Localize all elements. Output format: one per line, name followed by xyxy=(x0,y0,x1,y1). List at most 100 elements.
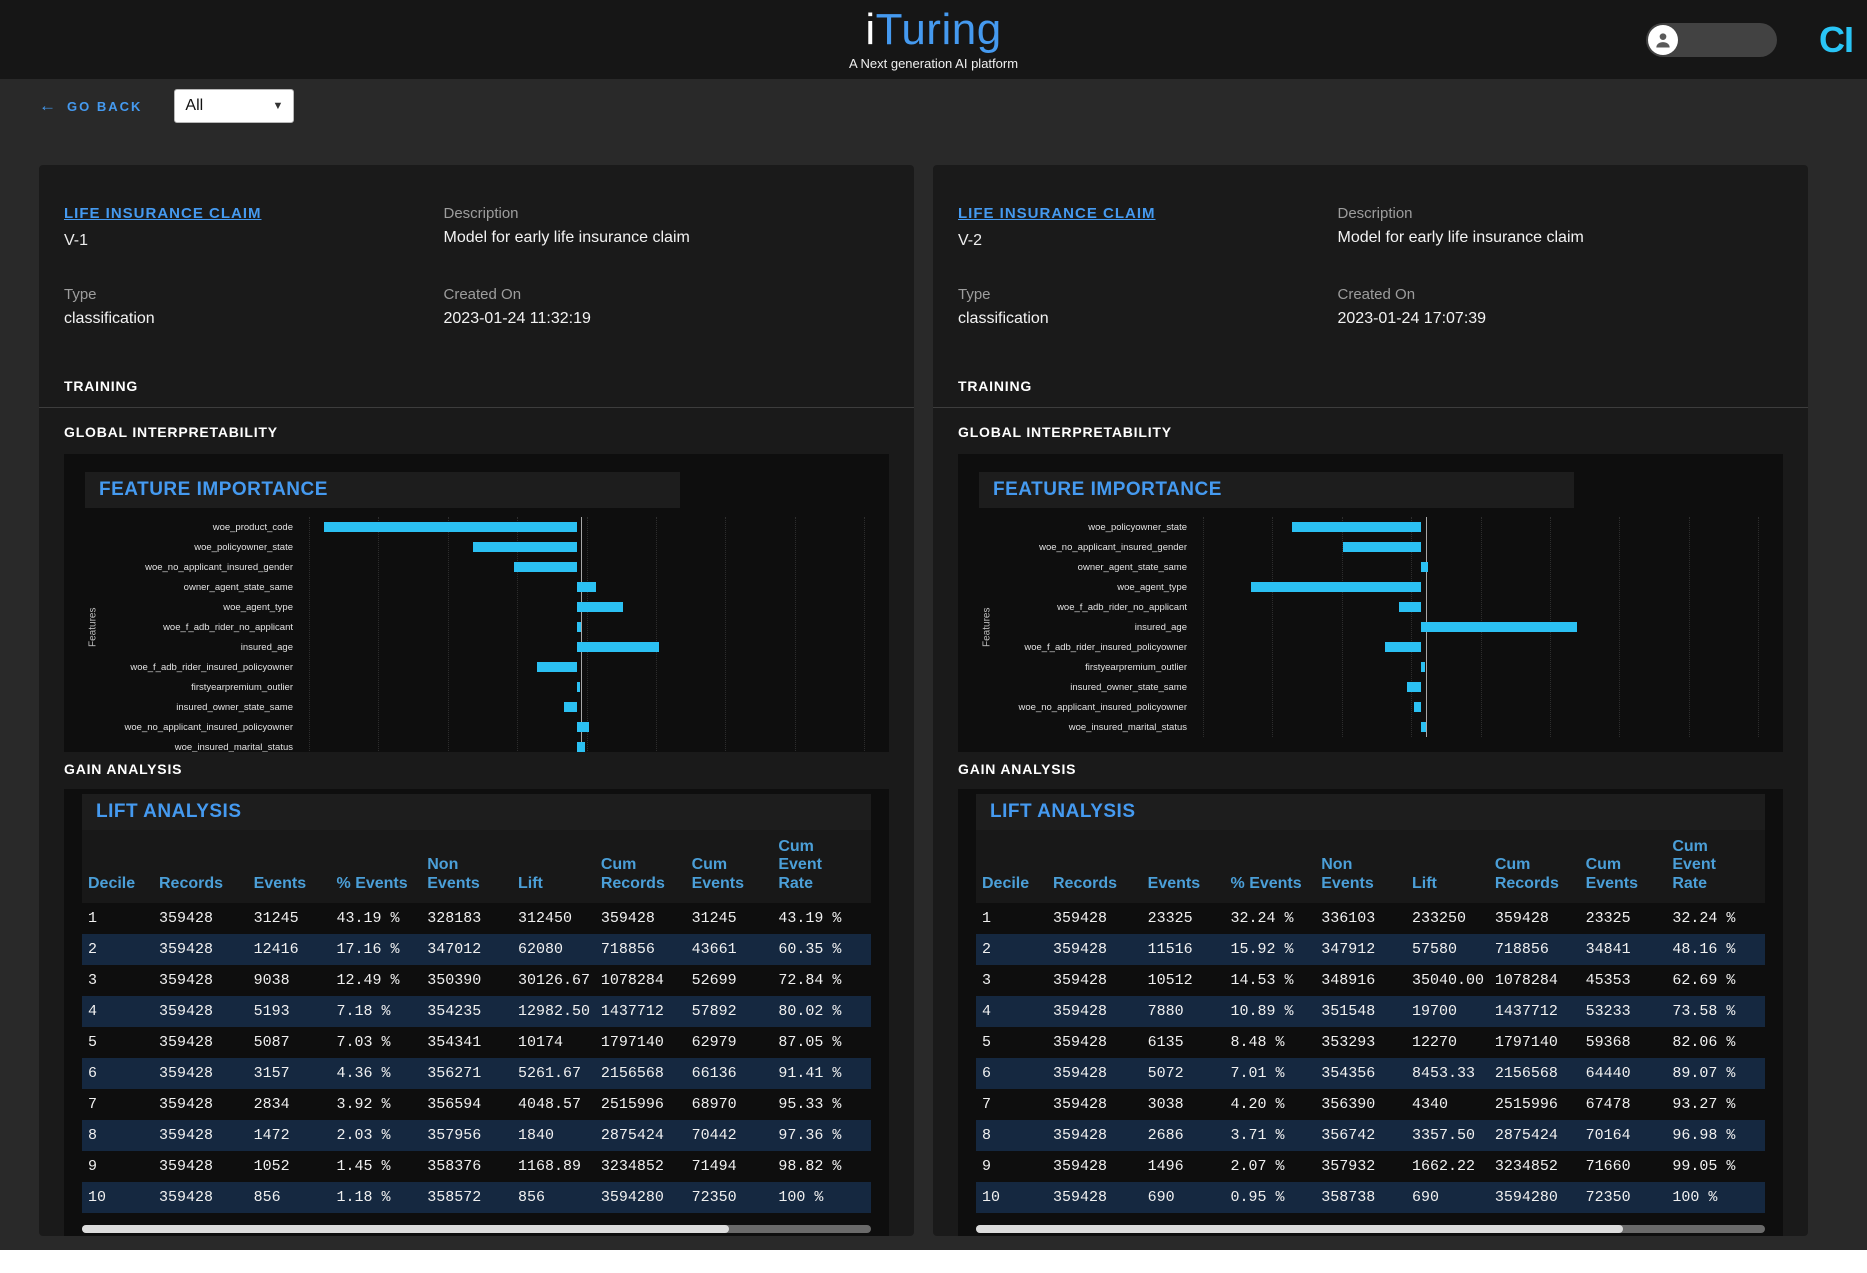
table-cell: 10 xyxy=(982,1189,1001,1207)
chart-plot-area: woe_product_code woe_policyowner_state woe… xyxy=(101,517,868,752)
column-header: Cum Event Rate xyxy=(1672,838,1716,892)
table-cell: 62979 xyxy=(691,1034,737,1052)
type-label: Type xyxy=(958,286,991,303)
feature-row: woe_insured_marital_status xyxy=(101,737,868,752)
lift-table-row: 8 359428 1472 2.03 % 357956 1840 2875424 70442 9… xyxy=(82,1120,871,1152)
table-cell: 3594280 xyxy=(600,1189,664,1207)
table-cell: 2515996 xyxy=(600,1096,664,1114)
table-cell: 856 xyxy=(517,1189,545,1207)
logo-prefix: i xyxy=(865,5,876,54)
feature-row: woe_agent_type xyxy=(995,577,1762,597)
table-cell: 7.03 % xyxy=(336,1034,391,1052)
feature-row: woe_f_adb_rider_no_applicant xyxy=(995,597,1762,617)
feature-label: woe_no_applicant_insured_gender xyxy=(1039,541,1187,553)
table-cell: 359428 xyxy=(1053,1034,1108,1052)
table-cell: 359428 xyxy=(1053,1003,1108,1021)
table-cell: 2515996 xyxy=(1494,1096,1558,1114)
model-info: LIFE INSURANCE CLAIM V-1 Description Mod… xyxy=(64,205,889,328)
column-header: Events xyxy=(1147,874,1201,892)
table-cell: 359428 xyxy=(1053,1158,1108,1176)
feature-importance-panel: FEATURE IMPORTANCE Features woe_policyow… xyxy=(958,454,1783,752)
table-cell: 4 xyxy=(982,1003,992,1021)
column-header: % Events xyxy=(1230,874,1302,892)
lift-table-row: 6 359428 5072 7.01 % 354356 8453.33 2156568 644… xyxy=(976,1058,1765,1090)
table-cell: 1052 xyxy=(253,1158,290,1176)
feature-bar-track xyxy=(301,597,864,617)
table-cell: 5087 xyxy=(253,1034,290,1052)
table-cell: 359428 xyxy=(1053,1065,1108,1083)
feature-row: woe_policyowner_state xyxy=(101,537,868,557)
table-cell: 359428 xyxy=(159,1189,214,1207)
feature-bar-track xyxy=(301,717,864,737)
feature-label: insured_age xyxy=(240,641,293,653)
feature-bar-track xyxy=(1195,717,1758,737)
table-cell: 348916 xyxy=(1321,972,1376,990)
description-label: Description xyxy=(1337,205,1413,222)
table-cell: 356594 xyxy=(427,1096,482,1114)
feature-row: woe_f_adb_rider_insured_policyowner xyxy=(995,637,1762,657)
table-cell: 3038 xyxy=(1147,1096,1184,1114)
table-cell: 7.01 % xyxy=(1230,1065,1285,1083)
feature-bar xyxy=(576,722,590,732)
feature-label: owner_agent_state_same xyxy=(1077,561,1187,573)
table-cell: 43.19 % xyxy=(778,910,842,928)
feature-label: woe_f_adb_rider_no_applicant xyxy=(1057,601,1187,613)
feature-importance-header: FEATURE IMPORTANCE xyxy=(979,472,1575,508)
table-cell: 10174 xyxy=(517,1034,563,1052)
type-label: Type xyxy=(64,286,97,303)
lift-analysis-table: Decile Records Events % Events Non Events Lif… xyxy=(976,830,1765,1214)
table-cell: 351548 xyxy=(1321,1003,1376,1021)
feature-row: woe_no_applicant_insured_policyowner xyxy=(995,697,1762,717)
model-name-link[interactable]: LIFE INSURANCE CLAIM xyxy=(64,205,262,222)
table-cell: 71494 xyxy=(691,1158,737,1176)
global-interpretability-title: GLOBAL INTERPRETABILITY xyxy=(64,424,278,440)
table-cell: 1797140 xyxy=(600,1034,664,1052)
scrollbar-thumb[interactable] xyxy=(976,1225,1623,1234)
filter-select[interactable]: All ▼ xyxy=(174,89,295,123)
chevron-down-icon: ▼ xyxy=(272,100,284,112)
horizontal-scrollbar[interactable] xyxy=(82,1225,871,1234)
created-on-label: Created On xyxy=(1337,286,1416,303)
model-name-link[interactable]: LIFE INSURANCE CLAIM xyxy=(958,205,1156,222)
feature-bar-track xyxy=(301,537,864,557)
feature-bar xyxy=(1421,662,1426,672)
feature-bar xyxy=(323,522,577,532)
created-on-value: 2023-01-24 11:32:19 xyxy=(443,310,591,327)
description-label: Description xyxy=(443,205,519,222)
table-cell: 31245 xyxy=(253,910,299,928)
feature-label: woe_insured_marital_status xyxy=(174,741,293,753)
table-cell: 99.05 % xyxy=(1672,1158,1736,1176)
table-cell: 10.89 % xyxy=(1230,1003,1294,1021)
table-cell: 19700 xyxy=(1411,1003,1457,1021)
column-header: Decile xyxy=(88,874,136,892)
column-header: Non Events xyxy=(427,856,480,892)
lift-table-row: 7 359428 3038 4.20 % 356390 4340 2515996 67478 9… xyxy=(976,1089,1765,1120)
table-cell: 1 xyxy=(982,910,992,928)
feature-bar-track xyxy=(1195,677,1758,697)
feature-bar-track xyxy=(1195,577,1758,597)
feature-bar-track xyxy=(301,697,864,717)
horizontal-scrollbar[interactable] xyxy=(976,1225,1765,1234)
feature-label: firstyearpremium_outlier xyxy=(191,681,293,693)
table-cell: 5261.67 xyxy=(517,1065,581,1083)
table-cell: 3357.50 xyxy=(1411,1127,1475,1145)
feature-row: woe_f_adb_rider_no_applicant xyxy=(101,617,868,637)
feature-label: insured_owner_state_same xyxy=(176,701,293,713)
type-value: classification xyxy=(64,310,155,327)
type-value: classification xyxy=(958,310,1049,327)
table-cell: 359428 xyxy=(1053,1127,1108,1145)
scrollbar-thumb[interactable] xyxy=(82,1225,729,1234)
column-header: Records xyxy=(159,874,224,892)
table-cell: 43.19 % xyxy=(336,910,400,928)
go-back-link[interactable]: ← GO BACK xyxy=(39,96,142,116)
feature-bar xyxy=(576,582,597,592)
table-cell: 359428 xyxy=(159,1034,214,1052)
table-cell: 91.41 % xyxy=(778,1065,842,1083)
table-cell: 82.06 % xyxy=(1672,1034,1736,1052)
table-cell: 356271 xyxy=(427,1065,482,1083)
user-profile-button[interactable] xyxy=(1646,22,1777,57)
table-cell: 57580 xyxy=(1411,941,1457,959)
table-cell: 3594280 xyxy=(1494,1189,1558,1207)
avatar-icon xyxy=(1648,24,1678,55)
feature-row: insured_owner_state_same xyxy=(995,677,1762,697)
